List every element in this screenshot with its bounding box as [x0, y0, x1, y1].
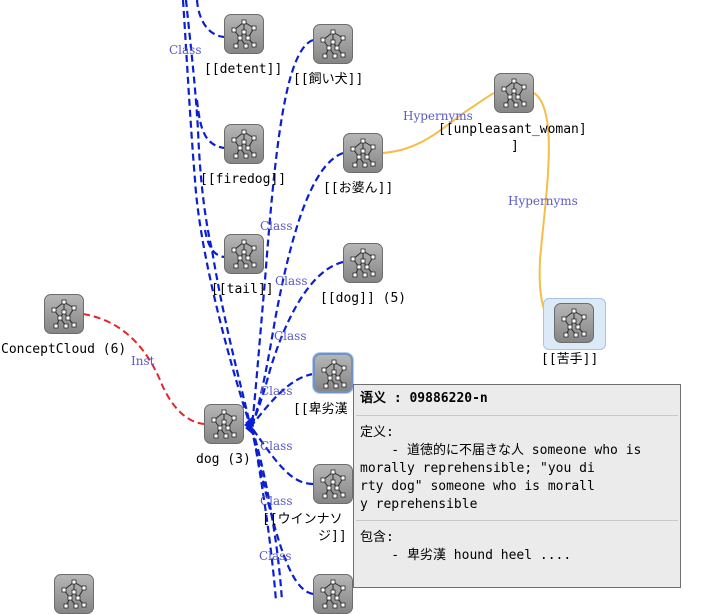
network-graph-icon[interactable] [224, 234, 264, 274]
network-graph-icon[interactable] [54, 574, 94, 614]
network-graph-icon-shape [321, 359, 347, 389]
network-graph-icon[interactable] [313, 464, 353, 504]
edge-label-class: Class [260, 494, 293, 508]
network-graph-icon-shape [51, 299, 77, 329]
edge-label-class: Class [169, 43, 202, 57]
node-label-firedog[interactable]: [[firedog]] [200, 172, 286, 188]
edge-label-hypernyms: Hypernyms [403, 109, 473, 123]
network-graph-icon-shape [350, 138, 376, 168]
network-graph-icon[interactable] [44, 294, 84, 334]
class-edge-to-firedog [195, 99, 225, 150]
node-label-wiener[interactable]: [[ウインナソ [262, 512, 343, 528]
node-label-kaiinu[interactable]: [[飼い犬]] [293, 72, 363, 88]
network-graph-icon[interactable] [313, 24, 353, 64]
node-label-nigate[interactable]: [[苦手]] [541, 352, 598, 368]
inst-edge [82, 313, 205, 425]
network-graph-icon-shape [211, 409, 237, 439]
node-label-tail[interactable]: [[tail]] [211, 282, 274, 298]
tooltip-definition-line: rty dog" someone who is morall [360, 479, 595, 494]
tooltip-definition-line: morally reprehensible; "you di [360, 461, 595, 476]
node-label-detent[interactable]: [[detent]] [204, 62, 282, 78]
network-graph-icon-shape [320, 579, 346, 609]
network-graph-icon-shape [231, 239, 257, 269]
network-graph-icon[interactable] [343, 133, 383, 173]
tooltip-includes-line: - 卑劣漢 hound heel .... [360, 548, 572, 563]
tooltip-definition-line: - 道徳的に不届きな人 someone who is [360, 443, 642, 458]
network-graph-icon[interactable] [494, 73, 534, 113]
node-label-unpleasant-woman-2[interactable]: ] [511, 139, 519, 155]
network-graph-icon-shape [320, 29, 346, 59]
tooltip-header: 语义 : 09886220-n [360, 391, 488, 406]
node-label-conceptcloud[interactable]: ConceptCloud (6) [1, 342, 126, 358]
class-edge-to-detent [195, 0, 225, 39]
node-label-hikyoukan[interactable]: [[卑劣漢 [293, 402, 348, 418]
tooltip-includes-heading: 包含: [360, 530, 394, 545]
node-label-dog-3[interactable]: dog (3) [196, 452, 251, 468]
edge-label-class: Class [260, 384, 293, 398]
edge-label-class: Class [274, 329, 307, 343]
network-graph-icon[interactable] [554, 303, 594, 343]
network-graph-icon[interactable] [224, 124, 264, 164]
synset-tooltip: 语义 : 09886220-n 定义: - 道徳的に不届きな人 someone … [353, 384, 681, 588]
network-graph-icon-shape [350, 248, 376, 278]
edge-label-class: Class [275, 274, 308, 288]
network-graph-icon[interactable] [204, 404, 244, 444]
edge-label-hypernyms: Hypernyms [508, 194, 578, 208]
network-graph-icon-shape [561, 308, 587, 338]
edge-label-class: Class [260, 439, 293, 453]
network-graph-icon[interactable] [313, 574, 353, 614]
network-graph-icon-shape [501, 78, 527, 108]
node-label-wiener-2[interactable]: ジ]] [318, 529, 347, 545]
network-graph-icon[interactable] [224, 14, 264, 54]
network-graph-icon-shape [231, 19, 257, 49]
network-graph-icon-shape [320, 469, 346, 499]
node-label-obaasan[interactable]: [[お婆ん]] [323, 181, 393, 197]
edge-label-class: Class [259, 549, 292, 563]
tooltip-definition-heading: 定义: [360, 425, 394, 440]
network-graph-icon[interactable] [343, 243, 383, 283]
node-label-unpleasant-woman[interactable]: [[unpleasant_woman] [438, 122, 587, 138]
tooltip-definition-line: y reprehensible [360, 497, 478, 512]
edge-label-class: Class [260, 219, 293, 233]
network-graph-icon[interactable] [313, 353, 353, 393]
network-graph-icon-shape [231, 129, 257, 159]
network-graph-icon-shape [61, 579, 87, 609]
edge-label-inst: Inst [131, 354, 155, 368]
node-label-dog-5[interactable]: [[dog]] (5) [320, 291, 406, 307]
